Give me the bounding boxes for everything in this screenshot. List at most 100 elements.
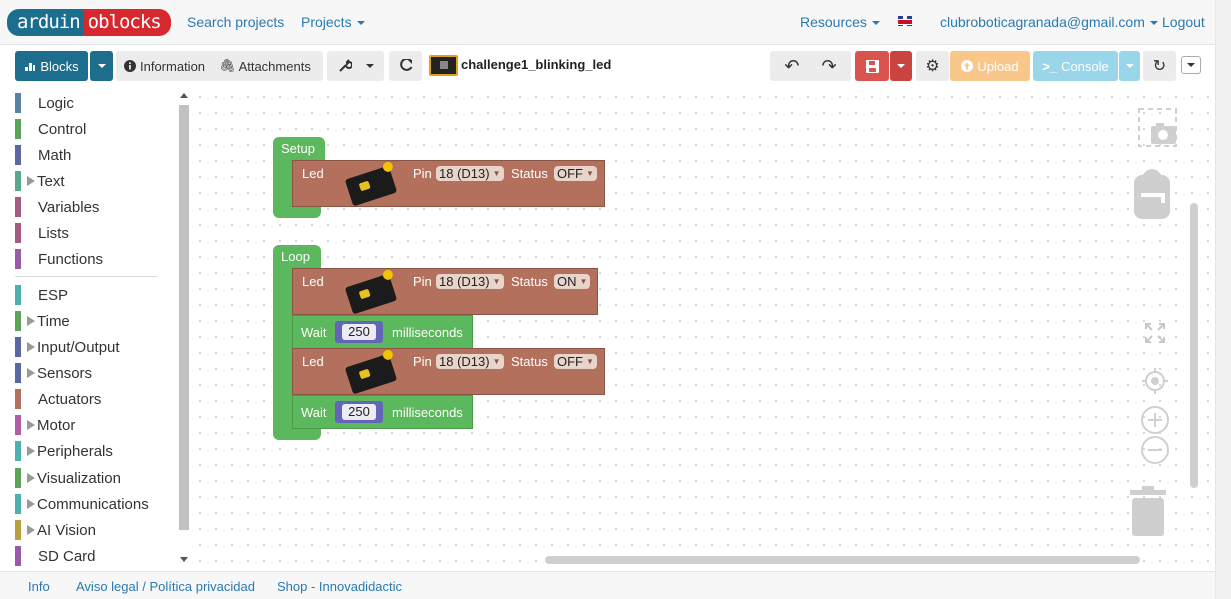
backpack-icon[interactable] bbox=[1133, 165, 1171, 223]
arduinoblocks-logo[interactable]: arduin oblocks bbox=[7, 9, 171, 36]
redo-icon[interactable]: ↷ bbox=[822, 56, 837, 77]
logout-link[interactable]: Logout bbox=[1162, 14, 1205, 30]
sidebar-category-ai-vision[interactable]: AI Vision bbox=[15, 520, 96, 540]
trash-icon[interactable] bbox=[1130, 486, 1166, 539]
sidebar-category-text[interactable]: Text bbox=[15, 171, 65, 191]
sidebar-scrollbar[interactable] bbox=[179, 105, 189, 530]
window-scrollbar[interactable] bbox=[1215, 0, 1231, 599]
scroll-up-arrow-icon[interactable] bbox=[180, 93, 188, 98]
sidebar-category-label: Text bbox=[37, 172, 65, 190]
terminal-icon: >_ bbox=[1042, 58, 1058, 74]
status-label: Status bbox=[511, 274, 548, 289]
sidebar-category-sd-card[interactable]: SD Card bbox=[15, 546, 96, 566]
sidebar-category-control[interactable]: Control bbox=[15, 119, 86, 139]
sidebar-category-time[interactable]: Time bbox=[15, 311, 70, 331]
footer-info-link[interactable]: Info bbox=[28, 579, 50, 594]
sidebar-category-input-output[interactable]: Input/Output bbox=[15, 337, 120, 357]
scroll-down-arrow-icon[interactable] bbox=[180, 557, 188, 562]
save-dropdown-toggle[interactable] bbox=[890, 51, 912, 81]
sidebar-category-peripherals[interactable]: Peripherals bbox=[15, 441, 113, 461]
status-dropdown[interactable]: OFF ▼ bbox=[554, 166, 597, 181]
status-dropdown[interactable]: OFF ▼ bbox=[554, 354, 597, 369]
tools-button[interactable] bbox=[327, 51, 384, 81]
refresh-button[interactable]: ↻ bbox=[1143, 51, 1176, 81]
workspace-vertical-scrollbar[interactable] bbox=[1190, 203, 1198, 488]
projects-menu[interactable]: Projects bbox=[301, 14, 365, 30]
settings-button[interactable]: ⚙ bbox=[916, 51, 949, 81]
pin-dropdown[interactable]: 18 (D13) ▼ bbox=[436, 274, 504, 289]
tab-information[interactable]: Information bbox=[124, 59, 205, 74]
share-button[interactable] bbox=[389, 51, 422, 81]
sidebar-category-functions[interactable]: Functions bbox=[15, 249, 103, 269]
pin-label: Pin bbox=[413, 354, 432, 369]
status-dropdown[interactable]: ON ▼ bbox=[554, 274, 591, 289]
center-target-icon[interactable] bbox=[1141, 367, 1169, 398]
block-categories-sidebar: Logic Control Math Text Variables Lists Functi… bbox=[0, 89, 192, 571]
info-circle-icon bbox=[124, 60, 136, 72]
status-dropdown-value: ON bbox=[557, 274, 577, 289]
pin-dropdown[interactable]: 18 (D13) ▼ bbox=[436, 166, 504, 181]
setup-block[interactable]: Setup bbox=[273, 137, 325, 161]
wait-block-2[interactable]: Wait 250 milliseconds bbox=[292, 395, 473, 429]
sidebar-category-visualization[interactable]: Visualization bbox=[15, 468, 121, 488]
sidebar-category-math[interactable]: Math bbox=[15, 145, 71, 165]
resources-menu[interactable]: Resources bbox=[800, 14, 880, 30]
zoom-out-icon[interactable] bbox=[1140, 435, 1170, 468]
sidebar-category-communications[interactable]: Communications bbox=[15, 494, 149, 514]
sidebar-category-sensors[interactable]: Sensors bbox=[15, 363, 92, 383]
led-block-setup[interactable]: Led Pin 18 (D13) ▼ Status OFF ▼ bbox=[292, 160, 605, 207]
sidebar-category-label: Math bbox=[38, 146, 72, 164]
loop-block[interactable]: Loop bbox=[273, 245, 321, 269]
sidebar-category-logic[interactable]: Logic bbox=[15, 93, 74, 113]
zoom-in-icon[interactable] bbox=[1140, 405, 1170, 438]
wait-ms-input[interactable]: 250 bbox=[342, 404, 376, 420]
sidebar-category-label: Lists bbox=[38, 224, 69, 242]
collapse-toolbar-button[interactable] bbox=[1181, 56, 1201, 74]
footer-legal-link[interactable]: Aviso legal / Política privacidad bbox=[76, 579, 255, 594]
sidebar-category-label: Control bbox=[38, 120, 87, 138]
pin-dropdown[interactable]: 18 (D13) ▼ bbox=[436, 354, 504, 369]
tab-attachments-label: Attachments bbox=[238, 58, 311, 74]
blocks-button[interactable]: Blocks bbox=[15, 51, 88, 81]
category-color-swatch bbox=[15, 494, 21, 514]
footer: Info Aviso legal / Política privacidad S… bbox=[0, 571, 1215, 599]
wait-block-1[interactable]: Wait 250 milliseconds bbox=[292, 315, 473, 349]
screenshot-camera-icon[interactable] bbox=[1138, 108, 1178, 151]
category-color-swatch bbox=[15, 249, 21, 269]
save-button[interactable] bbox=[855, 51, 889, 81]
loop-block-label: Loop bbox=[281, 249, 310, 264]
uk-flag-icon[interactable] bbox=[898, 16, 912, 26]
blocks-dropdown-toggle[interactable] bbox=[90, 51, 113, 81]
resources-menu-label: Resources bbox=[800, 14, 867, 30]
undo-icon[interactable]: ↶ bbox=[784, 56, 799, 77]
chevron-down-icon: ▼ bbox=[586, 169, 594, 178]
led-block-off[interactable]: Led Pin 18 (D13) ▼ Status OFF ▼ bbox=[292, 348, 605, 395]
account-menu[interactable]: clubroboticagranada@gmail.com bbox=[940, 14, 1158, 30]
fullscreen-icon[interactable] bbox=[1144, 322, 1166, 347]
search-projects-link[interactable]: Search projects bbox=[187, 14, 284, 30]
upload-button[interactable]: Upload bbox=[950, 51, 1030, 81]
chevron-down-icon: ▼ bbox=[492, 169, 501, 178]
led-block-on[interactable]: Led Pin 18 (D13) ▼ Status ON ▼ bbox=[292, 268, 598, 315]
console-button[interactable]: >_ Console bbox=[1033, 51, 1118, 81]
project-name[interactable]: challenge1_blinking_led bbox=[461, 57, 611, 72]
tab-attachments[interactable]: 🖇 Attachments bbox=[219, 58, 311, 74]
floppy-disk-icon bbox=[865, 59, 879, 73]
expand-triangle-icon bbox=[27, 176, 35, 186]
sidebar-category-motor[interactable]: Motor bbox=[15, 415, 75, 435]
sidebar-category-variables[interactable]: Variables bbox=[15, 197, 99, 217]
chevron-down-icon bbox=[356, 21, 365, 26]
chevron-down-icon: ▼ bbox=[579, 277, 588, 286]
category-color-swatch bbox=[15, 363, 21, 383]
console-dropdown-toggle[interactable] bbox=[1119, 51, 1140, 81]
category-color-swatch bbox=[15, 285, 21, 305]
wait-ms-input[interactable]: 250 bbox=[342, 324, 376, 340]
workspace-horizontal-scrollbar[interactable] bbox=[545, 556, 1140, 564]
category-color-swatch bbox=[15, 93, 21, 113]
sidebar-category-esp[interactable]: ESP bbox=[15, 285, 68, 305]
wait-block-label: Wait bbox=[301, 405, 327, 420]
sidebar-category-lists[interactable]: Lists bbox=[15, 223, 69, 243]
footer-shop-link[interactable]: Shop - Innovadidactic bbox=[277, 579, 402, 594]
sidebar-category-actuators[interactable]: Actuators bbox=[15, 389, 101, 409]
category-color-swatch bbox=[15, 468, 21, 488]
